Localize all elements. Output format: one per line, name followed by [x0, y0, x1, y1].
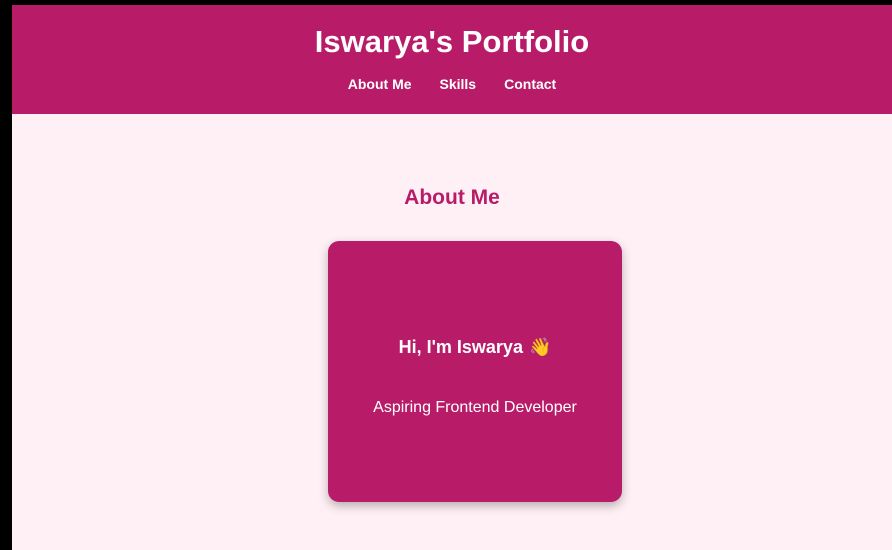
site-title: Iswarya's Portfolio — [314, 24, 590, 59]
greeting-label: Hi, I'm Iswarya — [398, 337, 523, 357]
greeting-text: Hi, I'm Iswarya 👋 — [328, 336, 622, 359]
waving-hand-icon: 👋 — [528, 337, 552, 358]
about-section-heading: About Me — [404, 186, 500, 209]
site-header: Iswarya's Portfolio About Me Skills Cont… — [12, 5, 892, 114]
nav-link-contact[interactable]: Contact — [504, 76, 556, 92]
about-card: Hi, I'm Iswarya 👋 Aspiring Frontend Devel… — [328, 241, 622, 502]
page-viewport: Iswarya's Portfolio About Me Skills Cont… — [12, 5, 892, 550]
nav-link-skills[interactable]: Skills — [440, 76, 477, 92]
nav-link-about-me[interactable]: About Me — [348, 76, 412, 92]
role-text: Aspiring Frontend Developer — [373, 399, 577, 416]
main-nav: About Me Skills Contact — [12, 76, 892, 92]
